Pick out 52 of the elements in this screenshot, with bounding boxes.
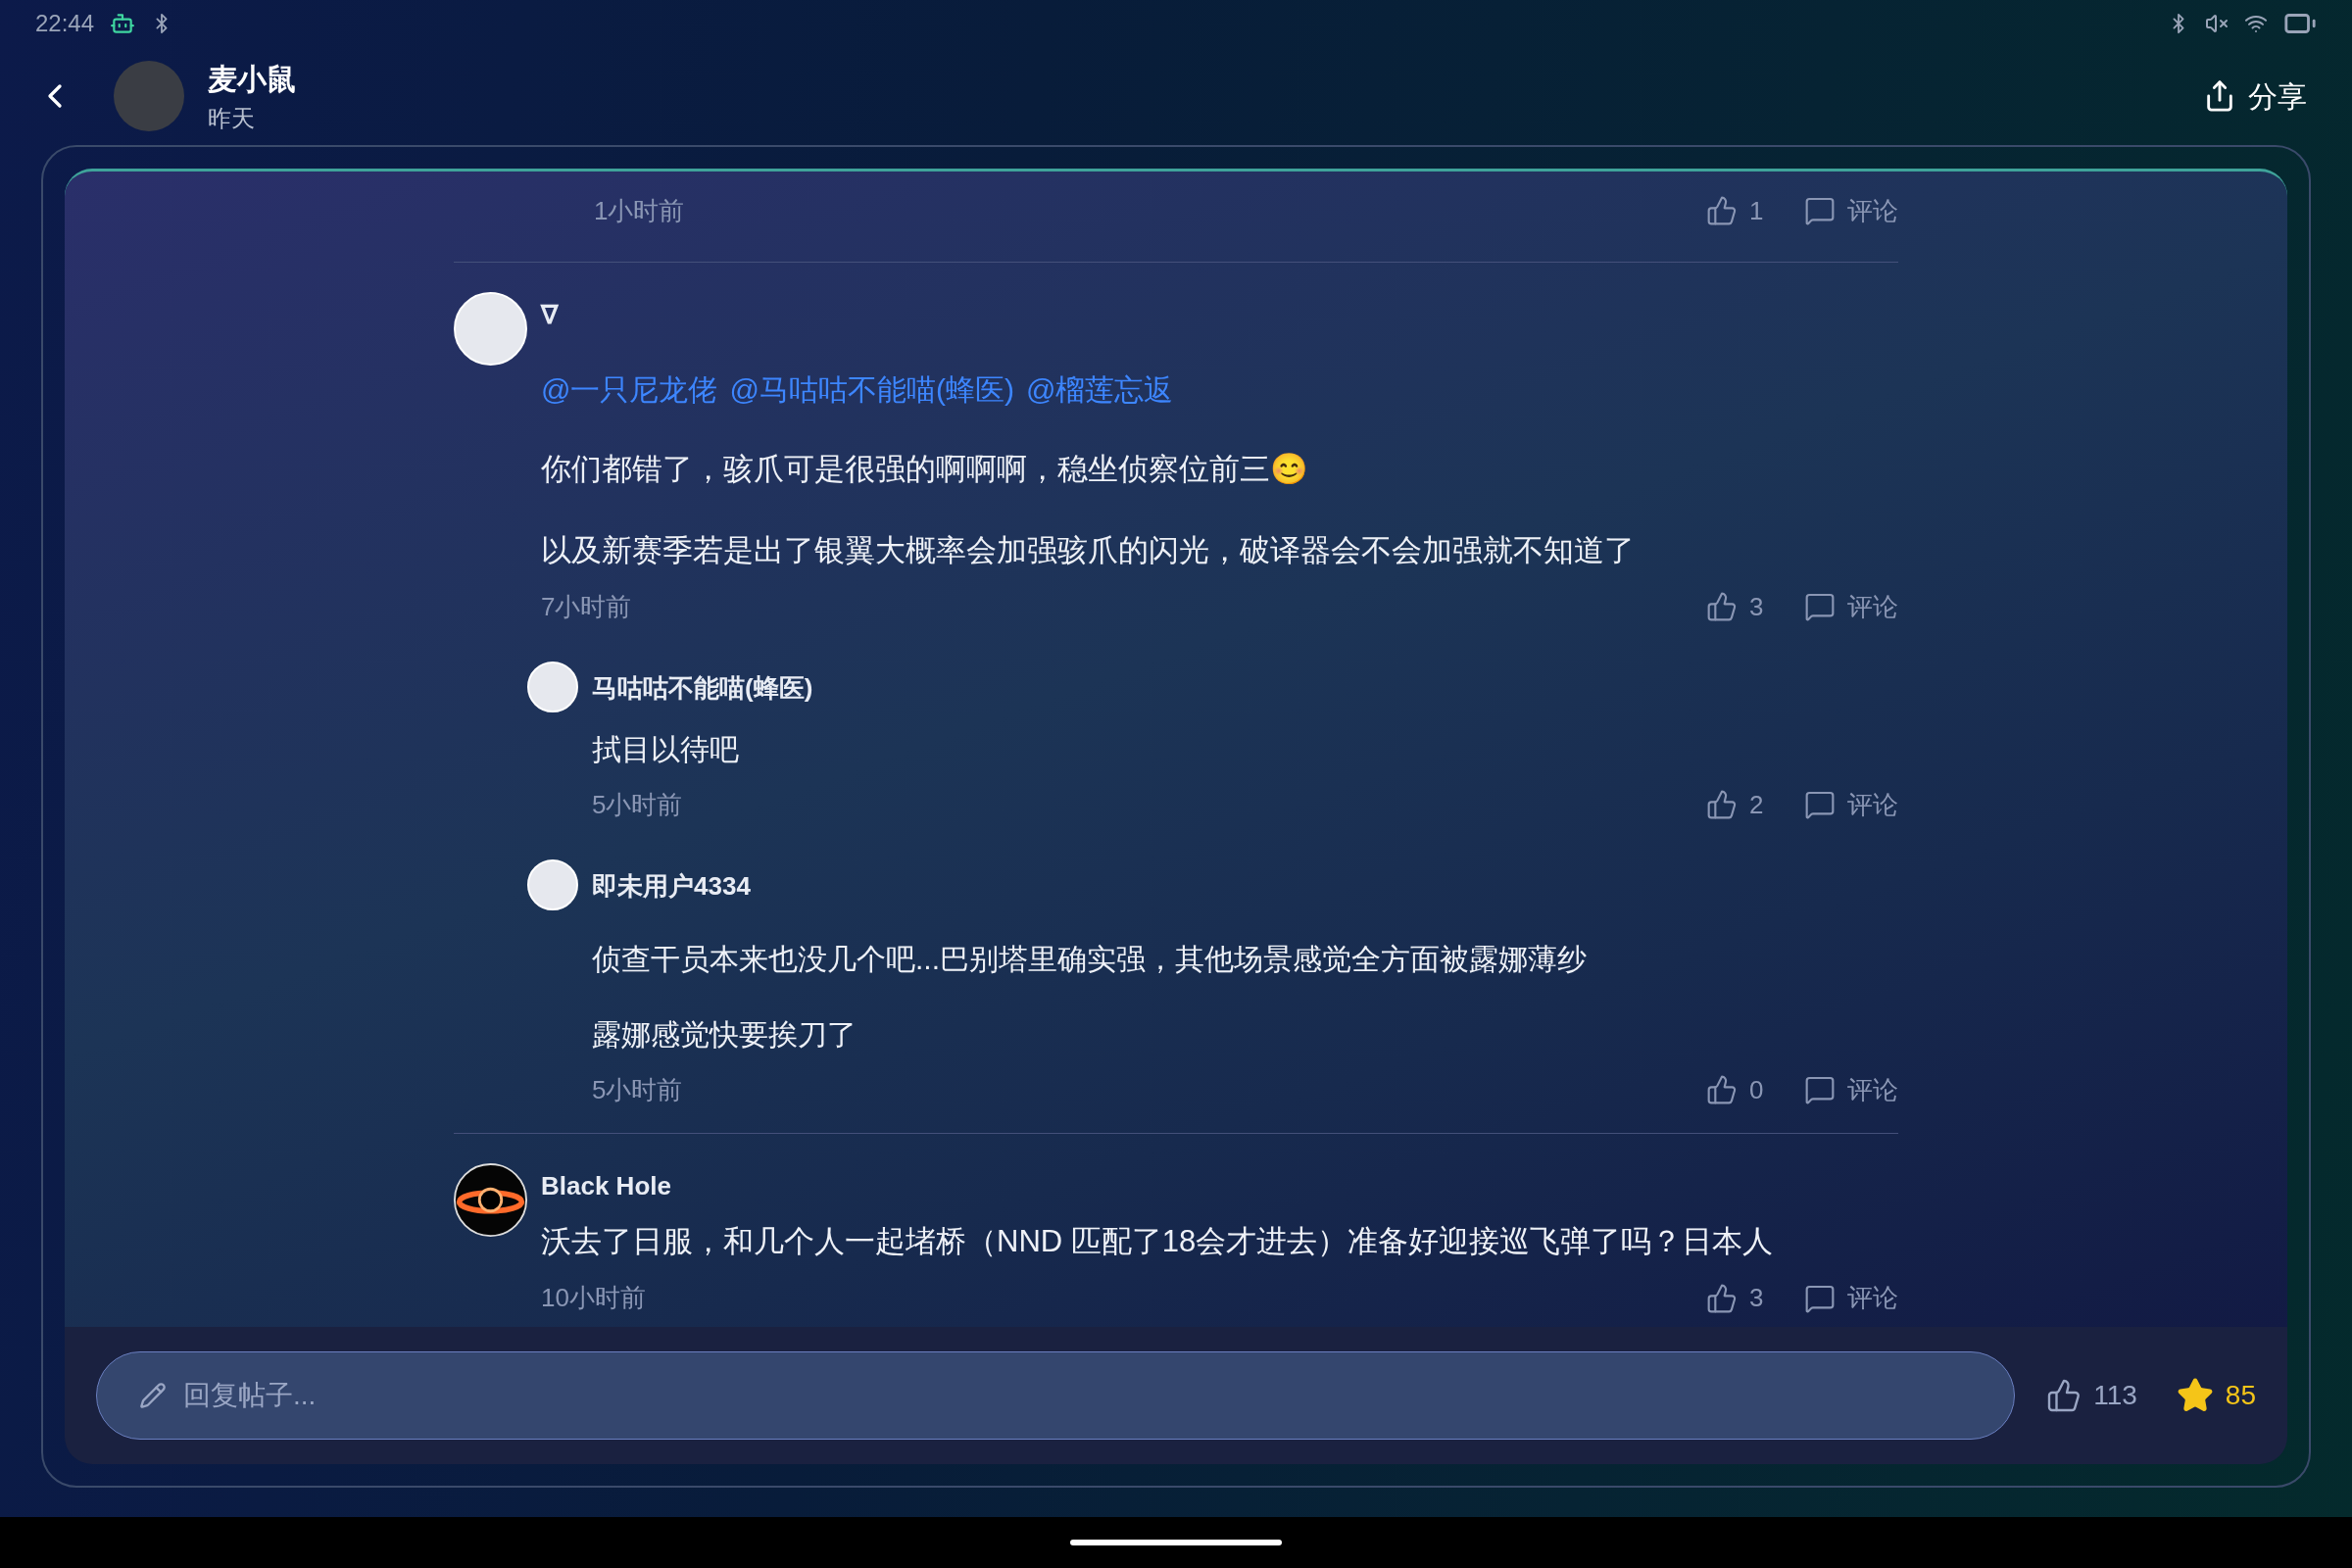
comment-text: 以及新赛季若是出了银翼大概率会加强骇爪的闪光，破译器会不会加强就不知道了 <box>541 531 1636 569</box>
comment-text: 沃去了日服，和几个人一起堵桥（NND 匹配了18会才进去）准备好迎接巡飞弹了吗？日本人 <box>541 1223 1775 1260</box>
comment-button[interactable]: 评论 <box>1804 1070 1898 1109</box>
status-time: 22:44 <box>35 9 95 38</box>
comment-time: 10小时前 <box>541 1282 646 1314</box>
comment-button[interactable]: 评论 <box>1804 587 1898 626</box>
speech-bubble-icon <box>1804 789 1836 820</box>
speech-bubble-icon <box>1804 1074 1836 1105</box>
reply-text: 露娜感觉快要挨刀了 <box>592 1017 858 1053</box>
thumbs-up-icon <box>1706 195 1738 226</box>
thumbs-up-icon <box>2046 1378 2082 1413</box>
comment-time: 5小时前 <box>592 788 683 821</box>
robot-icon <box>110 11 136 36</box>
reply-author-name: 即未用户4334 <box>592 870 752 903</box>
mention-link[interactable]: @一只尼龙佬 <box>541 368 718 412</box>
reply-author-name: 马咕咕不能喵(蜂医) <box>592 672 814 705</box>
like-button[interactable]: 1 <box>1706 191 1804 230</box>
reply-text: 侦查干员本来也没几个吧...巴别塔里确实强，其他场景感觉全方面被露娜薄纱 <box>592 942 1588 977</box>
star-icon <box>2176 1377 2214 1414</box>
like-button[interactable]: 3 <box>1706 1279 1804 1317</box>
speech-bubble-icon <box>1804 591 1836 622</box>
post-like-button[interactable]: 113 <box>2046 1375 2137 1416</box>
thumbs-up-icon <box>1706 1074 1738 1105</box>
pencil-icon <box>139 1382 167 1409</box>
post-date: 昨天 <box>208 103 256 133</box>
favorite-button[interactable]: 85 <box>2176 1375 2256 1416</box>
thumbs-up-icon <box>1706 1282 1738 1314</box>
comment-time: 7小时前 <box>541 590 632 623</box>
thumbs-up-icon <box>1706 591 1738 622</box>
commenter-name: ∇ <box>541 299 560 331</box>
mute-icon <box>2205 12 2229 35</box>
comment-button[interactable]: 评论 <box>1804 1279 1898 1317</box>
comment-time: 1小时前 <box>594 194 685 227</box>
mention-link[interactable]: @榴莲忘返 <box>1025 368 1174 412</box>
avatar-placeholder[interactable] <box>527 662 578 712</box>
comment-text: 你们都错了，骇爪可是很强的啊啊啊，稳坐侦察位前三😊 <box>541 451 1309 488</box>
like-button[interactable]: 0 <box>1706 1070 1804 1109</box>
share-button[interactable]: 分享 <box>2203 74 2307 119</box>
reply-input-field[interactable]: 回复帖子... <box>96 1351 2016 1440</box>
commenter-name: Black Hole <box>541 1170 672 1202</box>
mention-link[interactable]: @马咕咕不能喵(蜂医) <box>729 368 1014 412</box>
ringed-orb-avatar[interactable] <box>454 1163 527 1237</box>
post-author-name: 麦小鼠 <box>208 61 296 97</box>
avatar-placeholder[interactable] <box>527 859 578 910</box>
comment-time: 5小时前 <box>592 1073 683 1106</box>
like-button[interactable]: 2 <box>1706 785 1804 824</box>
comment-button[interactable]: 评论 <box>1804 785 1898 824</box>
comment-button[interactable]: 评论 <box>1804 191 1898 230</box>
thumbs-up-icon <box>1706 789 1738 820</box>
reply-text: 拭目以待吧 <box>592 732 740 767</box>
like-button[interactable]: 3 <box>1706 587 1804 626</box>
speech-bubble-icon <box>1804 195 1836 226</box>
